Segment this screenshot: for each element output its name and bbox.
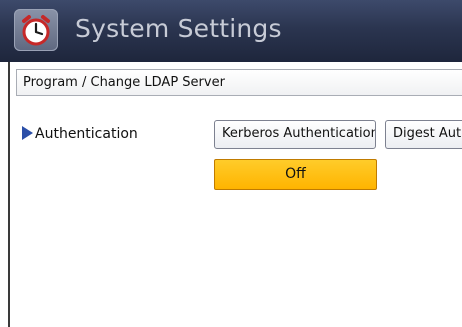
breadcrumb: Program / Change LDAP Server	[16, 69, 462, 96]
digest-authentication-button[interactable]: Digest Aut	[385, 120, 462, 149]
title-bar: System Settings	[0, 0, 462, 62]
play-arrow-icon	[22, 126, 33, 140]
authentication-label: Authentication	[35, 126, 138, 142]
settings-panel: Program / Change LDAP Server Authenticat…	[8, 62, 462, 327]
kerberos-authentication-button[interactable]: Kerberos Authentication	[214, 120, 376, 149]
system-settings-icon	[14, 9, 58, 51]
breadcrumb-text: Program / Change LDAP Server	[23, 75, 225, 90]
page-title: System Settings	[75, 14, 282, 43]
off-button[interactable]: Off	[214, 159, 377, 190]
authentication-row-label: Authentication	[22, 126, 138, 142]
